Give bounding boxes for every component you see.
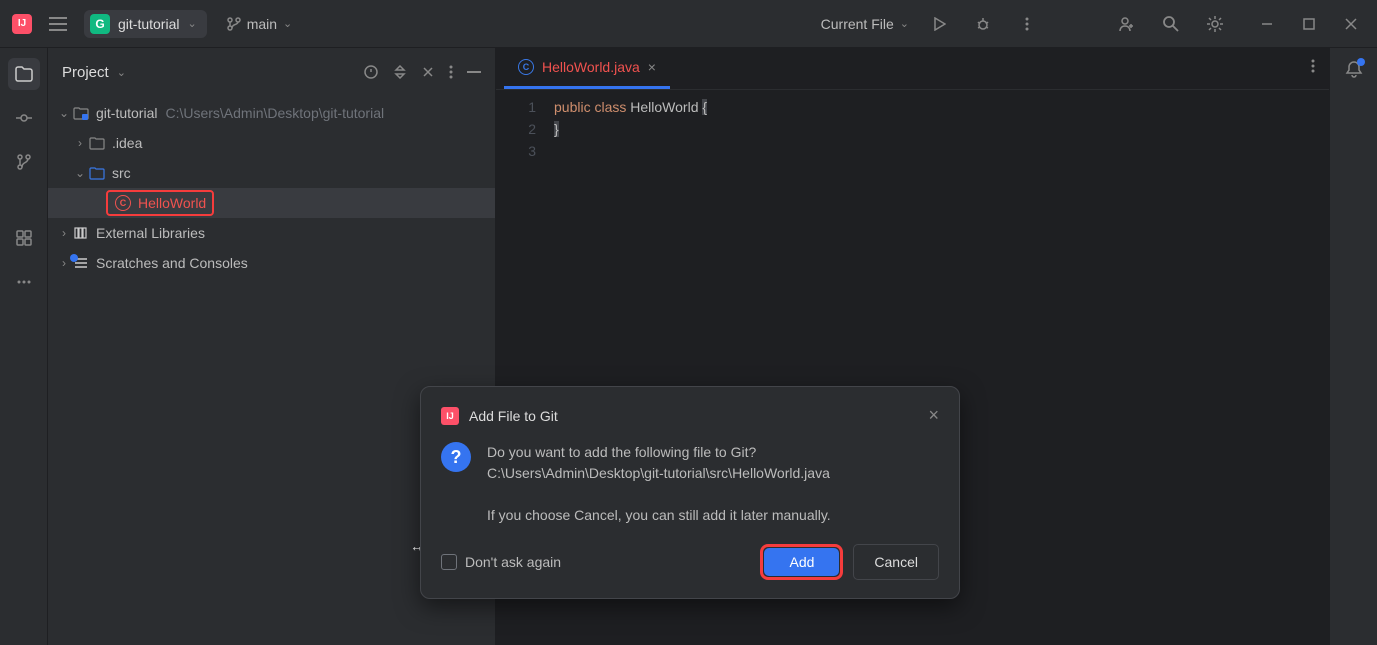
dialog-question: Do you want to add the following file to…	[487, 442, 831, 463]
app-icon: IJ	[12, 14, 32, 34]
project-panel-header: Project ⌄	[48, 48, 495, 96]
tree-label: HelloWorld	[138, 195, 206, 211]
tree-label: .idea	[112, 135, 142, 151]
git-tool-button[interactable]	[8, 146, 40, 178]
panel-options-icon[interactable]	[449, 64, 453, 80]
panel-title: Project	[62, 64, 109, 81]
main-menu-icon[interactable]	[44, 10, 72, 38]
app-icon: IJ	[441, 407, 459, 425]
folder-icon	[88, 136, 106, 150]
project-name-label: git-tutorial	[118, 16, 179, 32]
class-icon: C	[518, 59, 534, 75]
checkbox-label: Don't ask again	[465, 554, 561, 570]
chevron-down-icon: ⌄	[56, 106, 72, 120]
line-number: 1	[496, 96, 536, 118]
close-button[interactable]	[1337, 10, 1365, 38]
hide-panel-icon[interactable]	[467, 64, 481, 80]
maximize-button[interactable]	[1295, 10, 1323, 38]
add-file-to-git-dialog: IJ Add File to Git × ? Do you want to ad…	[420, 386, 960, 599]
tree-folder-idea[interactable]: › .idea	[48, 128, 495, 158]
chevron-down-icon: ⌄	[900, 17, 909, 30]
run-config-label: Current File	[821, 16, 894, 32]
dialog-filepath: C:\Users\Admin\Desktop\git-tutorial\src\…	[487, 463, 831, 484]
settings-icon[interactable]	[1201, 10, 1229, 38]
project-tool-button[interactable]	[8, 58, 40, 90]
tree-file-helloworld[interactable]: C HelloWorld	[48, 188, 495, 218]
question-icon: ?	[441, 442, 471, 472]
class-icon: C	[114, 195, 132, 211]
chevron-right-icon: ›	[72, 136, 88, 150]
add-button[interactable]: Add	[764, 548, 839, 576]
tree-label: src	[112, 165, 131, 181]
branch-name-label: main	[247, 16, 277, 32]
run-button[interactable]	[925, 10, 953, 38]
run-config-selector[interactable]: Current File ⌄	[821, 16, 909, 32]
chevron-down-icon[interactable]: ⌄	[117, 66, 126, 79]
line-number: 2	[496, 118, 536, 140]
highlight-annotation: C HelloWorld	[106, 190, 214, 216]
tree-label: External Libraries	[96, 225, 205, 241]
project-selector[interactable]: G git-tutorial ⌄	[84, 10, 207, 38]
more-actions-icon[interactable]	[1013, 10, 1041, 38]
line-gutter: 1 2 3	[496, 96, 554, 162]
commit-tool-button[interactable]	[8, 102, 40, 134]
dialog-title: Add File to Git	[469, 408, 558, 424]
branch-selector[interactable]: main ⌄	[219, 12, 301, 36]
highlight-annotation: Add	[760, 544, 843, 580]
expand-all-icon[interactable]	[393, 64, 407, 80]
project-tree: ⌄ git-tutorial C:\Users\Admin\Desktop\gi…	[48, 96, 495, 280]
tree-root[interactable]: ⌄ git-tutorial C:\Users\Admin\Desktop\gi…	[48, 98, 495, 128]
chevron-down-icon: ⌄	[72, 166, 88, 180]
line-number: 3	[496, 140, 536, 162]
top-toolbar: IJ G git-tutorial ⌄ main ⌄ Current File …	[0, 0, 1377, 48]
dialog-message: Do you want to add the following file to…	[487, 442, 831, 526]
dont-ask-again-checkbox[interactable]: Don't ask again	[441, 554, 561, 570]
structure-tool-button[interactable]	[8, 222, 40, 254]
select-opened-file-icon[interactable]	[363, 64, 379, 80]
editor-tab-helloworld[interactable]: C HelloWorld.java ×	[504, 48, 670, 89]
search-icon[interactable]	[1157, 10, 1185, 38]
code-content: public class HelloWorld { }	[554, 96, 707, 162]
minimize-button[interactable]	[1253, 10, 1281, 38]
dialog-note: If you choose Cancel, you can still add …	[487, 505, 831, 526]
tree-external-libraries[interactable]: › External Libraries	[48, 218, 495, 248]
tab-label: HelloWorld.java	[542, 59, 640, 75]
cancel-button[interactable]: Cancel	[853, 544, 939, 580]
left-tool-rail	[0, 48, 48, 645]
tree-root-path: C:\Users\Admin\Desktop\git-tutorial	[165, 105, 384, 121]
project-letter-icon: G	[90, 14, 110, 34]
editor-tabs: C HelloWorld.java ×	[496, 48, 1329, 90]
chevron-down-icon: ⌄	[187, 17, 196, 30]
close-dialog-icon[interactable]: ×	[928, 405, 939, 426]
chevron-right-icon: ›	[56, 226, 72, 240]
debug-button[interactable]	[969, 10, 997, 38]
notification-dot-icon	[1357, 58, 1365, 66]
branch-icon	[227, 17, 241, 31]
more-tools-icon[interactable]	[8, 266, 40, 298]
scratches-icon	[72, 256, 90, 270]
right-tool-rail	[1329, 48, 1377, 645]
code-with-me-icon[interactable]	[1113, 10, 1141, 38]
tree-folder-src[interactable]: ⌄ src	[48, 158, 495, 188]
collapse-all-icon[interactable]	[421, 64, 435, 80]
chevron-down-icon: ⌄	[283, 17, 292, 30]
code-editor[interactable]: 1 2 3 public class HelloWorld { }	[496, 90, 1329, 162]
editor-options-icon[interactable]	[1311, 59, 1315, 78]
checkbox-box-icon	[441, 554, 457, 570]
library-icon	[72, 226, 90, 240]
source-folder-icon	[88, 166, 106, 180]
module-folder-icon	[72, 106, 90, 120]
tree-root-label: git-tutorial	[96, 105, 157, 121]
tree-label: Scratches and Consoles	[96, 255, 248, 271]
close-tab-icon[interactable]: ×	[648, 59, 656, 75]
tree-scratches[interactable]: › Scratches and Consoles	[48, 248, 495, 278]
notifications-icon[interactable]	[1345, 60, 1363, 83]
